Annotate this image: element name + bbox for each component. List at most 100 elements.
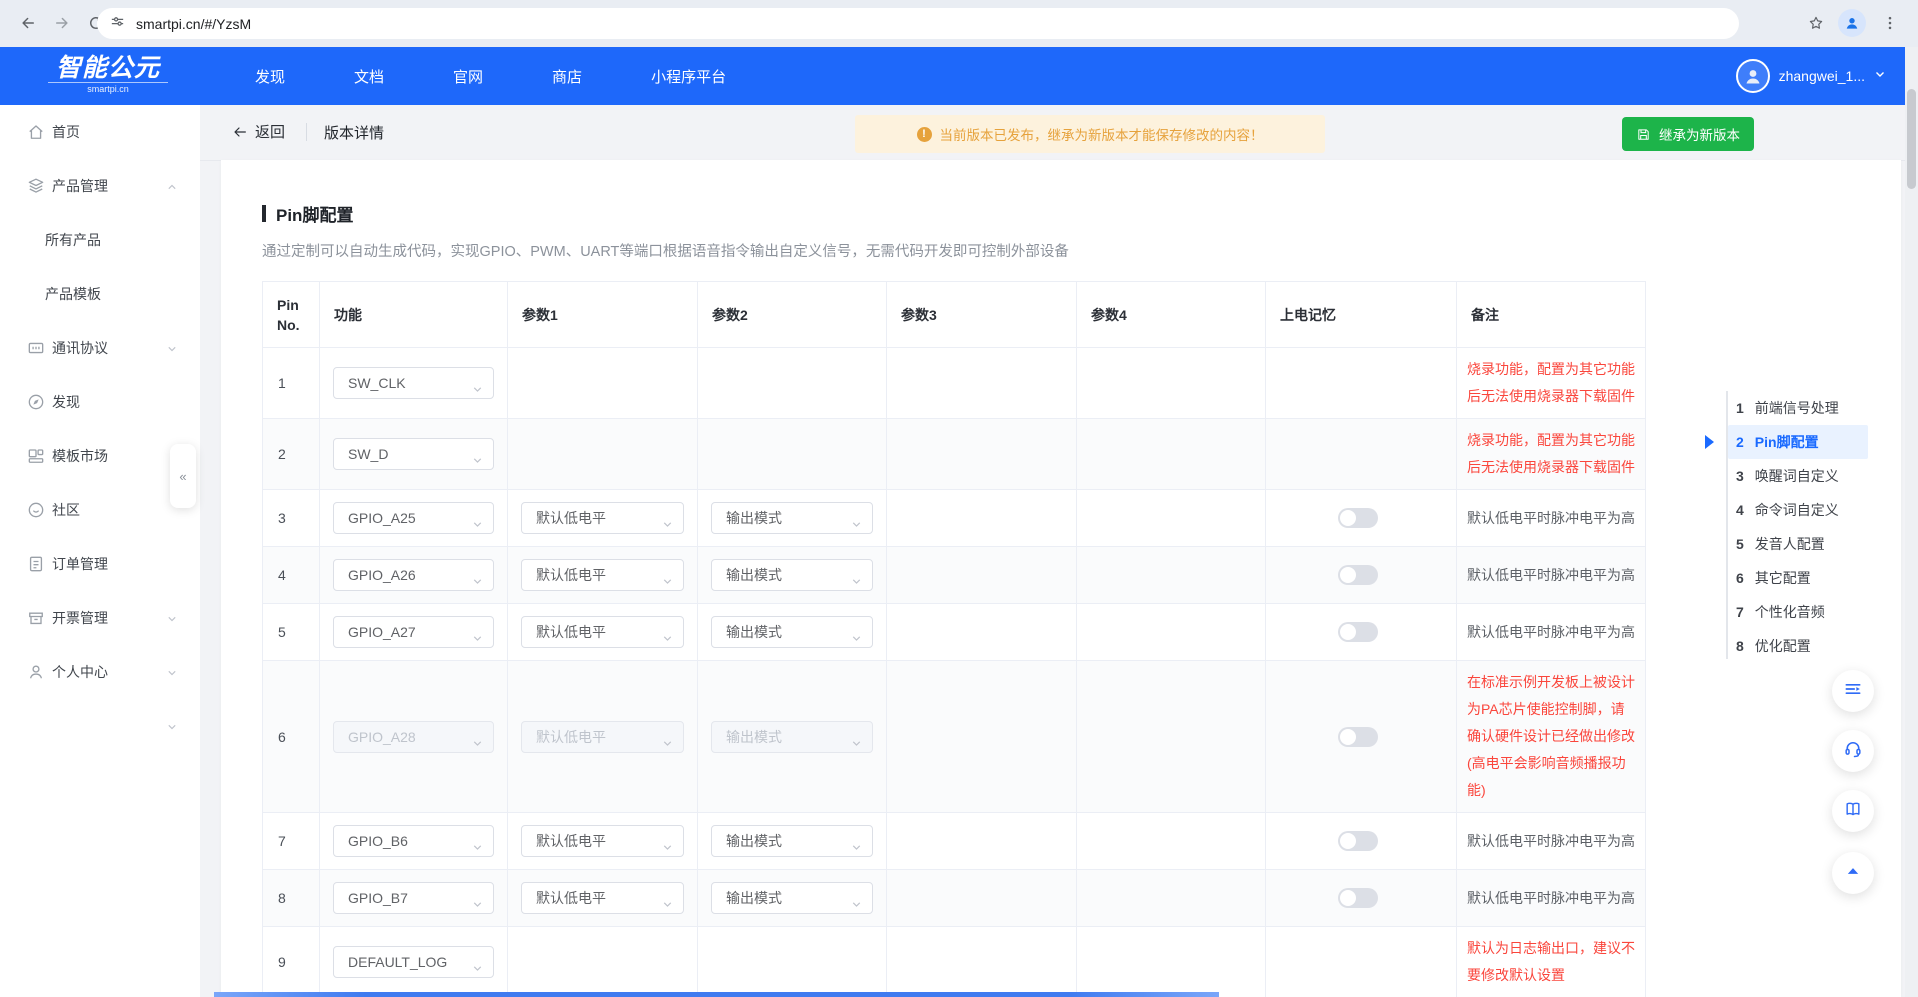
pin-number: 8 bbox=[263, 870, 319, 926]
sidebar-item-1[interactable]: 产品管理 bbox=[0, 159, 200, 213]
pin-number: 1 bbox=[263, 348, 319, 418]
content-card: Pin脚配置 通过定制可以自动生成代码，实现GPIO、PWM、UART等端口根据… bbox=[221, 160, 1901, 997]
sidebar-item-9[interactable]: 开票管理 bbox=[0, 591, 200, 645]
param1-select[interactable]: 默认低电平 bbox=[521, 502, 684, 534]
anchor-item-5[interactable]: 5发音人配置 bbox=[1728, 527, 1868, 561]
username: zhangwei_1... bbox=[1779, 68, 1865, 84]
chevron-down-icon bbox=[166, 720, 178, 732]
section-title: Pin脚配置 bbox=[276, 201, 353, 226]
param2-select[interactable]: 输出模式 bbox=[711, 825, 873, 857]
anchor-item-6[interactable]: 6其它配置 bbox=[1728, 561, 1868, 595]
top-navbar: 智能公元 smartpi.cn 发现 文档 官网 商店 小程序平台 zhangwei_1… bbox=[0, 47, 1918, 105]
nav-item-0[interactable]: 发现 bbox=[255, 66, 285, 87]
sidebar-item-0[interactable]: 首页 bbox=[0, 105, 200, 159]
column-header: 参数2 bbox=[697, 282, 886, 347]
section-title-bar bbox=[262, 205, 266, 222]
sidebar-item-5[interactable]: 发现 bbox=[0, 375, 200, 429]
table-row: 9DEFAULT_LOG默认为日志输出口，建议不要修改默认设置 bbox=[263, 927, 1645, 997]
table-row: 7GPIO_B6默认低电平输出模式默认低电平时脉冲电平为高 bbox=[263, 813, 1645, 870]
fab-catalog-icon[interactable] bbox=[1832, 670, 1874, 712]
function-select[interactable]: SW_CLK bbox=[333, 367, 494, 399]
address-bar[interactable]: smartpi.cn/#/YzsM bbox=[97, 8, 1739, 39]
fab-back-to-top-icon[interactable] bbox=[1832, 852, 1874, 894]
param2-select: 输出模式 bbox=[711, 721, 873, 753]
anchor-active-indicator bbox=[1705, 435, 1714, 449]
logo[interactable]: 智能公元 smartpi.cn bbox=[48, 55, 168, 94]
function-select[interactable]: GPIO_A25 bbox=[333, 502, 494, 534]
param1-select: 默认低电平 bbox=[521, 721, 684, 753]
power-memory-toggle[interactable] bbox=[1338, 831, 1378, 851]
param2-select[interactable]: 输出模式 bbox=[711, 616, 873, 648]
note-text: 烧录功能，配置为其它功能后无法使用烧录器下载固件 bbox=[1467, 427, 1637, 481]
nav-item-2[interactable]: 官网 bbox=[453, 66, 483, 87]
browser-profile-icon[interactable] bbox=[1838, 9, 1866, 37]
sidebar-item-8[interactable]: 订单管理 bbox=[0, 537, 200, 591]
page-scrollbar bbox=[1905, 47, 1918, 997]
note-text: 在标准示例开发板上被设计为PA芯片使能控制脚，请确认硬件设计已经做出修改(高电平… bbox=[1467, 669, 1637, 804]
fab-book-icon[interactable] bbox=[1832, 790, 1874, 832]
power-memory-toggle[interactable] bbox=[1338, 888, 1378, 908]
pin-number: 5 bbox=[263, 604, 319, 660]
scrollbar-thumb[interactable] bbox=[1907, 89, 1916, 189]
function-select[interactable]: SW_D bbox=[333, 438, 494, 470]
power-memory-toggle[interactable] bbox=[1338, 565, 1378, 585]
function-select[interactable]: DEFAULT_LOG bbox=[333, 946, 494, 978]
nav-item-1[interactable]: 文档 bbox=[354, 66, 384, 87]
anchor-item-1[interactable]: 1前端信号处理 bbox=[1728, 391, 1868, 425]
column-header: 参数1 bbox=[507, 282, 697, 347]
sidebar-item-3[interactable]: 产品模板 bbox=[0, 267, 200, 321]
sidebar-item-10[interactable]: 个人中心 bbox=[0, 645, 200, 699]
site-info-icon[interactable] bbox=[109, 13, 126, 35]
chevron-up-icon bbox=[166, 180, 178, 192]
sidebar-item-4[interactable]: 通讯协议 bbox=[0, 321, 200, 375]
bottom-blue-strip bbox=[214, 992, 1219, 997]
param1-select[interactable]: 默认低电平 bbox=[521, 882, 684, 914]
anchor-item-7[interactable]: 7个性化音频 bbox=[1728, 595, 1868, 629]
table-row: 6GPIO_A28默认低电平输出模式在标准示例开发板上被设计为PA芯片使能控制脚… bbox=[263, 661, 1645, 813]
function-select[interactable]: GPIO_B6 bbox=[333, 825, 494, 857]
layers-icon bbox=[26, 176, 46, 196]
note-text: 默认低电平时脉冲电平为高 bbox=[1467, 562, 1635, 589]
nav-item-3[interactable]: 商店 bbox=[552, 66, 582, 87]
sidebar-collapse-handle[interactable]: « bbox=[170, 444, 196, 508]
divider bbox=[306, 123, 307, 141]
sidebar-item-11[interactable] bbox=[0, 699, 200, 753]
function-select[interactable]: GPIO_A27 bbox=[333, 616, 494, 648]
pin-number: 9 bbox=[263, 927, 319, 997]
pin-config-table: Pin No.功能参数1参数2参数3参数4上电记忆备注 1SW_CLK烧录功能，… bbox=[262, 281, 1646, 997]
fab-headset-icon[interactable] bbox=[1832, 730, 1874, 772]
user-menu[interactable]: zhangwei_1... bbox=[1736, 47, 1886, 105]
function-select[interactable]: GPIO_A26 bbox=[333, 559, 494, 591]
user-icon bbox=[26, 662, 46, 682]
anchor-item-2[interactable]: 2Pin脚配置 bbox=[1728, 425, 1868, 459]
pin-number: 3 bbox=[263, 490, 319, 546]
browser-menu-icon[interactable] bbox=[1876, 9, 1904, 37]
catalog-icon bbox=[1843, 679, 1863, 704]
sidebar-item-2[interactable]: 所有产品 bbox=[0, 213, 200, 267]
inherit-version-button[interactable]: 继承为新版本 bbox=[1622, 117, 1754, 151]
param2-select[interactable]: 输出模式 bbox=[711, 882, 873, 914]
param2-select[interactable]: 输出模式 bbox=[711, 502, 873, 534]
power-memory-toggle[interactable] bbox=[1338, 508, 1378, 528]
power-memory-toggle[interactable] bbox=[1338, 622, 1378, 642]
back-button[interactable]: 返回 bbox=[232, 121, 285, 142]
param1-select[interactable]: 默认低电平 bbox=[521, 825, 684, 857]
anchor-item-8[interactable]: 8优化配置 bbox=[1728, 629, 1868, 663]
table-row: 2SW_D烧录功能，配置为其它功能后无法使用烧录器下载固件 bbox=[263, 419, 1645, 490]
browser-forward-icon[interactable] bbox=[48, 9, 76, 37]
user-avatar-icon bbox=[1736, 59, 1770, 93]
param2-select[interactable]: 输出模式 bbox=[711, 559, 873, 591]
anchor-item-4[interactable]: 4命令词自定义 bbox=[1728, 493, 1868, 527]
back-to-top-icon bbox=[1843, 861, 1863, 886]
browser-back-icon[interactable] bbox=[14, 9, 42, 37]
anchor-item-3[interactable]: 3唤醒词自定义 bbox=[1728, 459, 1868, 493]
chevron-down-icon bbox=[166, 342, 178, 354]
nav-item-4[interactable]: 小程序平台 bbox=[651, 66, 726, 87]
note-text: 默认低电平时脉冲电平为高 bbox=[1467, 885, 1635, 912]
column-header: 功能 bbox=[319, 282, 507, 347]
warning-text: 当前版本已发布，继承为新版本才能保存修改的内容！ bbox=[940, 124, 1264, 144]
bookmark-star-icon[interactable] bbox=[1802, 9, 1830, 37]
function-select[interactable]: GPIO_B7 bbox=[333, 882, 494, 914]
param1-select[interactable]: 默认低电平 bbox=[521, 559, 684, 591]
param1-select[interactable]: 默认低电平 bbox=[521, 616, 684, 648]
